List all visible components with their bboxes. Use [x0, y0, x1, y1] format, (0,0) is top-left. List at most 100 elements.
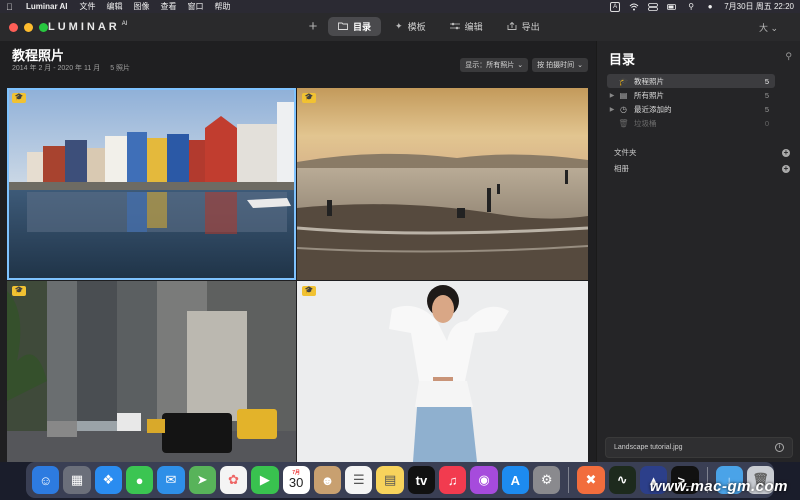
catalog-item-count: 5	[764, 90, 769, 100]
music-icon[interactable]: ♫	[439, 466, 467, 494]
contacts-icon[interactable]: ☻	[313, 466, 342, 494]
tab-export[interactable]: 导出	[497, 17, 550, 36]
catalog-item-label: 最近添加的	[634, 104, 672, 114]
menu-edit[interactable]: 编辑	[106, 1, 122, 12]
file-info-bar: Landscape tutorial.jpg i	[605, 437, 793, 458]
photo-city-street[interactable]: 🎓	[7, 281, 296, 462]
menu-file[interactable]: 文件	[79, 1, 95, 12]
mode-tabs: 目录 ✦ 模板 编辑 导出	[328, 17, 550, 36]
catalog-list: 🎓 教程照片 5 ▶ ▤ 所有照片 5 ▶ ◷ 最近添加的 5 🗑 垃圾桶 0	[607, 74, 775, 130]
search-icon[interactable]: ⚲	[686, 2, 696, 11]
luminar-window: LUMINAR AI + 目录 ✦ 模板 编辑 导出 大 ⌄ 教程照片 2014…	[0, 13, 800, 462]
page-title: 教程照片	[12, 48, 65, 63]
activity-monitor-icon[interactable]: ∿	[608, 466, 636, 494]
catalog-item-count: 0	[764, 118, 769, 128]
panel-title: 目录	[609, 52, 636, 67]
trash-icon: 🗑	[618, 118, 629, 128]
tab-export-label: 导出	[521, 22, 540, 32]
facetime-icon[interactable]: ▶	[251, 466, 279, 494]
battery-icon[interactable]	[667, 3, 677, 11]
photos-icon: ▤	[619, 90, 628, 100]
xmind-icon[interactable]: ✖	[577, 466, 605, 494]
sparkle-icon: ✦	[395, 21, 403, 31]
photo-beach-sunset[interactable]: 🎓	[297, 88, 588, 280]
menu-window[interactable]: 窗口	[187, 1, 203, 12]
account-menu[interactable]: 大 ⌄	[759, 21, 778, 34]
recent-icon: ◷	[620, 104, 627, 114]
launchpad-icon[interactable]: ▦	[63, 466, 91, 494]
reminders-icon[interactable]: ☰	[345, 466, 373, 494]
catalog-item-trash[interactable]: 🗑 垃圾桶 0	[607, 116, 775, 130]
chevron-down-icon: ⌄	[517, 62, 524, 69]
tutorial-badge-icon: 🎓	[302, 93, 316, 103]
export-icon	[507, 21, 517, 32]
albums-label: 相册	[614, 164, 629, 173]
system-preferences-icon[interactable]: ⚙	[533, 466, 561, 494]
mail-icon[interactable]: ✉	[157, 466, 185, 494]
chevron-down-icon: ⌄	[577, 62, 583, 69]
folders-section: 文件夹 +	[614, 147, 790, 158]
minimize-button[interactable]	[24, 23, 33, 32]
clock[interactable]: 7月30日 周五 22:20	[724, 1, 794, 12]
tab-templates-label: 模板	[407, 22, 426, 32]
menu-app-name[interactable]: Luminar AI	[26, 2, 67, 11]
photo-canal-houses[interactable]: 🎓	[7, 88, 296, 280]
calendar-icon[interactable]: 7月 30	[282, 466, 310, 494]
catalog-panel: 目录 ⚲ 🎓 教程照片 5 ▶ ▤ 所有照片 5 ▶ ◷ 最近添加的 5 🗑 垃…	[596, 41, 800, 462]
maps-icon[interactable]: ➤	[188, 466, 216, 494]
sort-dropdown[interactable]: 按 拍摄时间 ⌄	[532, 58, 588, 72]
chevron-right-icon[interactable]: ▶	[607, 92, 617, 99]
add-photos-button[interactable]: +	[306, 18, 320, 35]
notes-icon[interactable]: ▤	[376, 466, 404, 494]
search-icon[interactable]: ⚲	[785, 51, 792, 62]
menu-image[interactable]: 图像	[133, 1, 149, 12]
siri-icon[interactable]: ●	[705, 2, 715, 11]
tab-edit[interactable]: 编辑	[440, 17, 493, 36]
apple-icon[interactable]: 	[6, 2, 16, 12]
selected-file-name: Landscape tutorial.jpg	[614, 444, 683, 451]
close-button[interactable]	[9, 23, 18, 32]
info-icon[interactable]: i	[775, 443, 784, 452]
tab-edit-label: 编辑	[464, 22, 483, 32]
catalog-item-tutorial-photos[interactable]: 🎓 教程照片 5	[607, 74, 775, 88]
control-center-icon[interactable]	[648, 2, 659, 11]
date-range: 2014 年 2 月 - 2020 年 11 月	[12, 65, 101, 72]
gallery-filters: 显示：所有照片 ⌄ 按 拍摄时间 ⌄	[460, 58, 588, 72]
add-album-icon[interactable]: +	[782, 164, 790, 173]
finder-icon[interactable]: ☺	[32, 466, 60, 494]
tab-catalog-label: 目录	[353, 22, 372, 32]
status-area: A ⚲ ● 7月30日 周五 22:20	[610, 0, 794, 13]
menu-view[interactable]: 查看	[160, 1, 176, 12]
add-folder-icon[interactable]: +	[782, 148, 790, 157]
tab-templates[interactable]: ✦ 模板	[385, 17, 436, 36]
folders-label: 文件夹	[614, 148, 637, 157]
photos-app-icon[interactable]: ✿	[219, 466, 248, 494]
wifi-icon[interactable]	[629, 3, 639, 11]
input-method-icon[interactable]: A	[610, 1, 621, 12]
photo-woman-portrait[interactable]: 🎓	[297, 281, 588, 462]
albums-section: 相册 +	[614, 163, 790, 174]
safari-icon[interactable]: ❖	[94, 466, 122, 494]
tutorial-badge-icon: 🎓	[12, 93, 26, 103]
graduation-cap-icon: 🎓	[618, 76, 629, 86]
catalog-item-label: 教程照片	[634, 76, 664, 86]
watermark-logo: www.mac-gm.com	[649, 478, 788, 495]
title-bar: LUMINAR AI + 目录 ✦ 模板 编辑 导出 大 ⌄	[0, 13, 800, 41]
show-filter-dropdown[interactable]: 显示：所有照片 ⌄	[460, 58, 529, 72]
messages-icon[interactable]: ●	[125, 466, 154, 494]
menu-help[interactable]: 帮助	[214, 1, 230, 12]
app-store-icon[interactable]: A	[501, 466, 529, 494]
menu-bar:  Luminar AI 文件 编辑 图像 查看 窗口 帮助 A ⚲ ● 7月3…	[0, 0, 800, 13]
photo-grid: 🎓 🎓 🎓 🎓	[7, 88, 588, 462]
sliders-icon	[449, 22, 460, 32]
catalog-item-recently-added[interactable]: ▶ ◷ 最近添加的 5	[607, 102, 775, 116]
chevron-right-icon[interactable]: ▶	[607, 106, 617, 113]
gallery: 教程照片 2014 年 2 月 - 2020 年 11 月 5 照片 显示：所有…	[0, 41, 596, 462]
podcasts-icon[interactable]: ◉	[470, 466, 498, 494]
tab-catalog[interactable]: 目录	[328, 17, 382, 36]
catalog-item-all-photos[interactable]: ▶ ▤ 所有照片 5	[607, 88, 775, 102]
tutorial-badge-icon: 🎓	[12, 286, 26, 296]
zoom-button[interactable]	[39, 23, 48, 32]
apple-tv-icon[interactable]: tv	[407, 466, 436, 494]
catalog-item-count: 5	[764, 104, 769, 114]
